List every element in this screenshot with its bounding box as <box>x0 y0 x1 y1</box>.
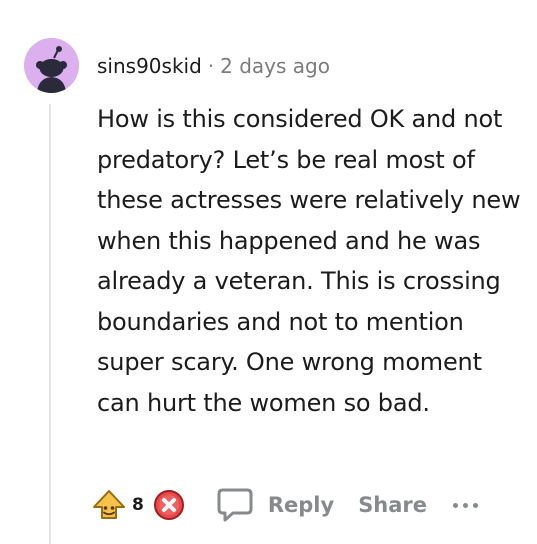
comment-actions: 8 Reply Share <box>92 485 479 525</box>
dot <box>463 502 469 508</box>
dot <box>473 502 479 508</box>
downvote-x-icon[interactable] <box>152 488 186 522</box>
more-options-icon[interactable] <box>453 502 479 508</box>
upvote-emoji-icon[interactable] <box>92 488 126 522</box>
avatar[interactable] <box>24 38 79 93</box>
reply-label: Reply <box>267 493 335 517</box>
username[interactable]: sins90skid <box>97 54 202 78</box>
snoo-avatar-icon <box>24 38 79 93</box>
comment-meta: sins90skid · 2 days ago <box>97 52 330 80</box>
comment-body: How is this considered OK and not predat… <box>97 105 521 417</box>
share-button[interactable]: Share <box>358 493 427 517</box>
vote-count: 8 <box>132 495 144 515</box>
dot <box>453 502 459 508</box>
reply-button[interactable]: Reply <box>216 487 334 523</box>
thread-line[interactable] <box>49 104 51 544</box>
timestamp[interactable]: 2 days ago <box>220 54 330 78</box>
share-label: Share <box>358 493 428 517</box>
meta-separator: · <box>207 54 215 78</box>
comment-bubble-icon <box>217 488 253 522</box>
